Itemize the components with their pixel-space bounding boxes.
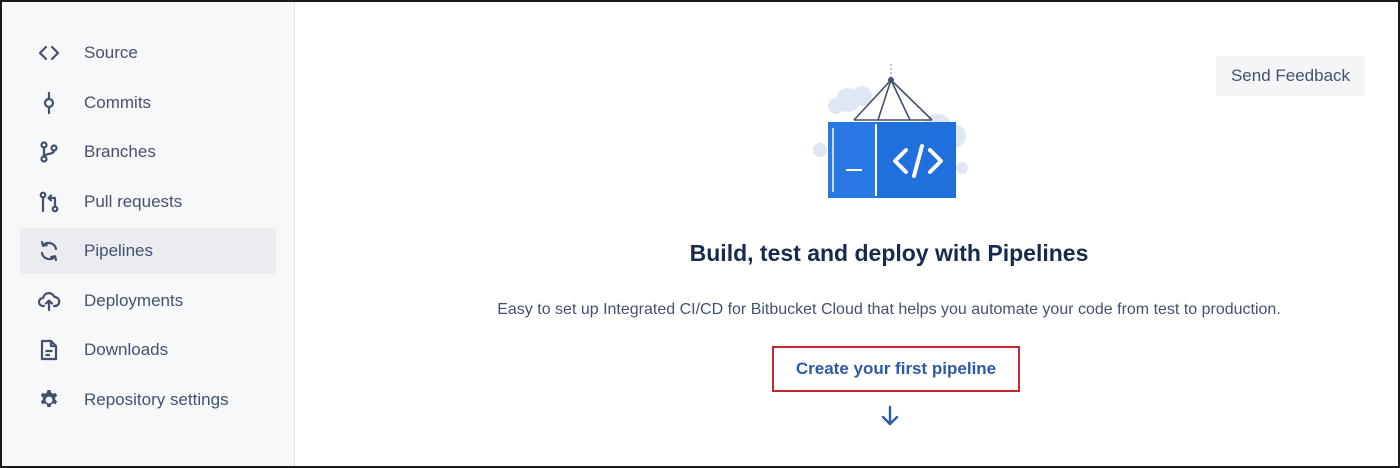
sidebar-item-label: Pull requests [84,192,183,211]
app-frame: Source Commits Branches Pull requests Pi… [0,0,1400,468]
commit-icon [36,90,62,116]
pipelines-icon [36,238,62,264]
sidebar-item-label: Pipelines [84,241,153,260]
gear-icon [36,387,62,413]
page-headline: Build, test and deploy with Pipelines [689,240,1089,266]
document-icon [36,337,62,363]
sidebar-item-label: Deployments [84,291,184,310]
sidebar-item-label: Commits [84,93,152,112]
sidebar-item-pipelines[interactable]: Pipelines [20,228,276,274]
sidebar-item-pull-requests[interactable]: Pull requests [20,179,276,225]
sidebar: Source Commits Branches Pull requests Pi… [2,2,295,466]
cta-highlight: Create your first pipeline [772,346,1020,392]
container-code-icon [796,58,986,208]
arrow-down-icon [879,404,901,428]
page-description: Easy to set up Integrated CI/CD for Bitb… [497,301,1281,318]
sidebar-item-label: Downloads [84,340,169,359]
sidebar-item-label: Source [84,43,138,62]
sidebar-item-repository-settings[interactable]: Repository settings [20,377,276,423]
sidebar-item-deployments[interactable]: Deployments [20,278,276,324]
sidebar-item-label: Repository settings [84,390,229,409]
sidebar-item-downloads[interactable]: Downloads [20,327,276,373]
create-first-pipeline-link[interactable]: Create your first pipeline [796,359,996,379]
branch-icon [36,139,62,165]
main-content: Send Feedback Build, test and deploy wit… [296,2,1398,466]
send-feedback-button[interactable]: Send Feedback [1216,56,1365,96]
sidebar-item-label: Branches [84,142,156,161]
sidebar-item-commits[interactable]: Commits [20,80,276,126]
cloud-upload-icon [36,288,62,314]
code-brackets-icon [36,40,62,66]
pull-request-icon [36,189,62,215]
sidebar-item-branches[interactable]: Branches [20,129,276,175]
sidebar-item-source[interactable]: Source [20,30,276,76]
